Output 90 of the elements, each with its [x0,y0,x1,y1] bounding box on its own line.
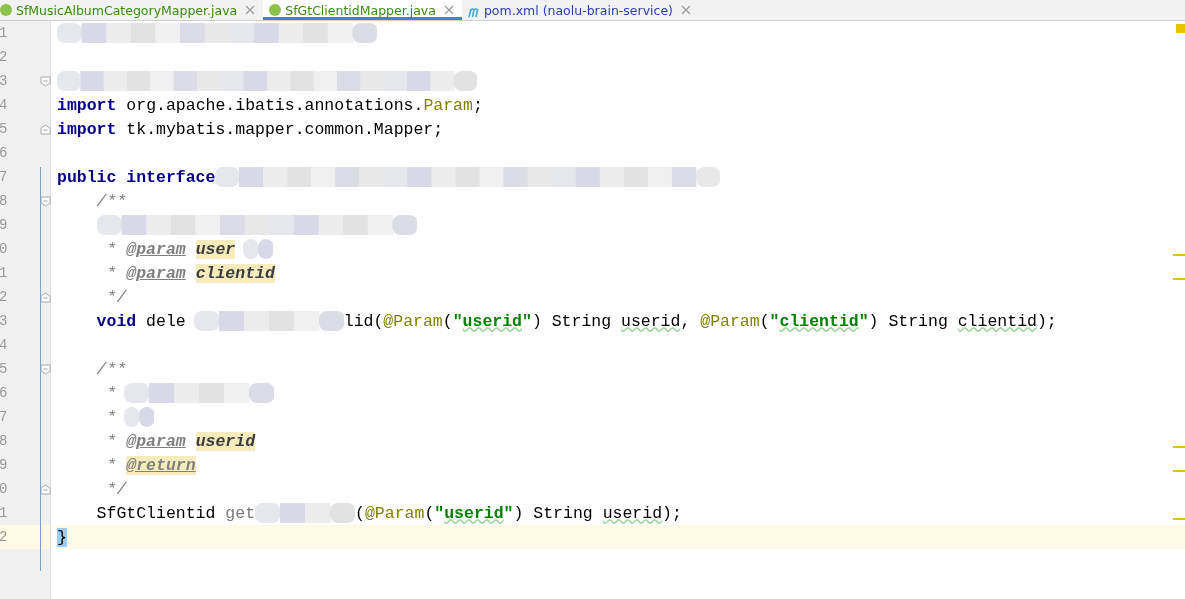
code-text: * [105,263,117,283]
line-number: 4 [0,337,8,353]
line-number: 3 [0,313,8,329]
line-number: 3 [0,73,8,89]
code-text: , [680,311,692,331]
code-text: " [769,311,780,331]
code-text: * [105,431,117,451]
code-text: ) String [531,311,612,331]
code-text: clientid [195,263,275,283]
fold-icon[interactable] [40,75,51,87]
code-text: userid [462,311,522,331]
line-number: 6 [0,145,8,161]
code-text: userid [621,311,681,331]
code-text: tk.mybatis.mapper.common.Mapper; [125,119,444,139]
line-number: 2 [0,289,8,305]
line-number: 9 [0,217,8,233]
code-text: ) String [513,503,593,523]
line-number: 9 [0,457,8,473]
code-text: * [105,455,117,475]
code-text: Param [423,95,473,115]
code-text: userid [602,503,663,523]
code-text: ( [424,503,435,523]
code-text: } [57,527,67,547]
code-text: userid [195,431,256,451]
code-text: dele [145,311,186,331]
fold-icon[interactable] [40,123,51,135]
code-text: clientid [779,311,859,331]
line-number: 7 [0,169,8,185]
code-text: import [57,95,117,115]
code-text: ); [1036,311,1057,331]
close-icon[interactable] [443,5,454,15]
line-number: 5 [0,121,8,137]
code-text: ) String [868,311,948,331]
code-text: @Param [364,503,425,523]
code-text: public interface [57,167,216,187]
code-text: org.apache.ibatis.annotations. [125,95,424,115]
line-number: 4 [0,97,8,113]
line-number: 0 [0,481,8,497]
analysis-status-icon [1176,24,1185,33]
line-number: 8 [0,433,8,449]
editor-tab[interactable]: SfGtClientidMapper.java [263,0,462,20]
code-text: @param [126,263,186,283]
code-text: /** [95,359,127,379]
line-number: 2 [0,49,8,65]
close-icon[interactable] [245,5,256,15]
code-text: * [105,407,117,427]
line-number: 1 [0,265,8,281]
code-text: void [95,311,137,331]
line-number: 5 [0,361,8,377]
code-text: @return [126,455,196,475]
code-text: lid( [343,311,384,331]
code-text: get [225,503,256,523]
code-text: * [105,383,117,403]
close-icon[interactable] [680,5,691,15]
fold-icon[interactable] [40,291,51,303]
code-text: " [503,503,514,523]
code-text: import [57,119,117,139]
fold-icon[interactable] [40,363,51,375]
code-text: userid [444,503,504,523]
code-text: ( [355,503,365,523]
code-text: ( [442,311,453,331]
code-text: clientid [957,311,1037,331]
code-text: @Param [700,311,760,331]
line-number: 1 [0,505,8,521]
code-text: @Param [383,311,443,331]
code-text: " [522,311,532,331]
code-text: ; [472,95,483,115]
code-text: " [434,503,445,523]
line-number: 0 [0,241,8,257]
interface-icon [0,4,12,16]
interface-icon [269,4,282,16]
code-text: */ [105,287,127,307]
line-number: 6 [0,385,8,401]
line-number: 7 [0,409,8,425]
code-text: ( [759,311,770,331]
code-text: SfGtClientid [95,503,217,523]
code-text: */ [105,479,127,499]
line-number: 2 [0,529,8,545]
code-text: " [858,311,869,331]
code-text: @param [126,431,186,451]
fold-icon[interactable] [40,483,51,495]
fold-icon[interactable] [40,195,51,207]
code-text: user [195,239,236,259]
code-text: ); [662,503,682,523]
code-text: " [452,311,463,331]
code-text: * [105,239,117,259]
line-number: 8 [0,193,8,209]
code-text: @param [126,239,186,259]
code-text: /** [95,191,127,211]
line-number: 1 [0,25,8,41]
